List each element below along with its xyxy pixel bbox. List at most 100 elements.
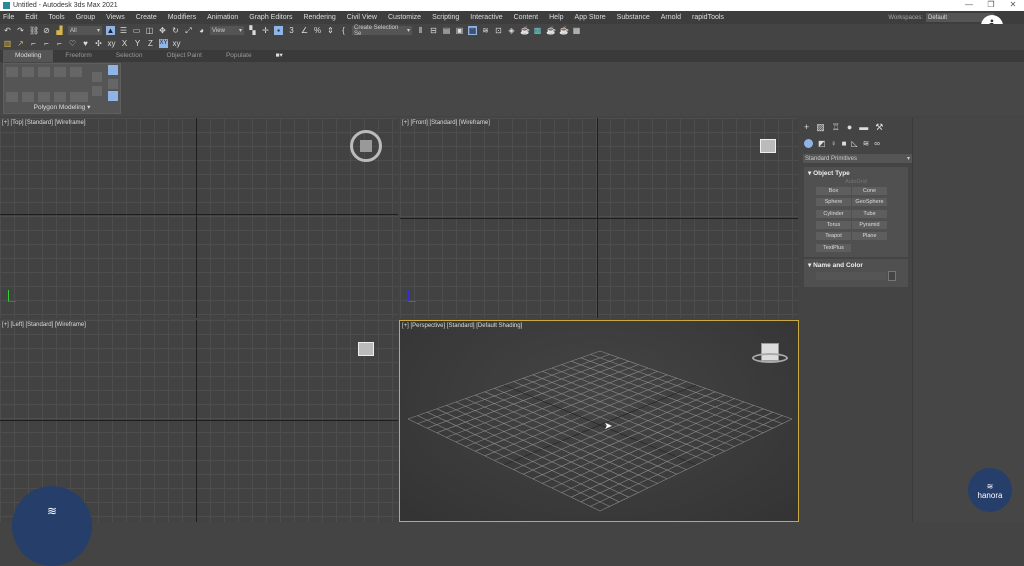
- window-crossing-icon[interactable]: ◫: [145, 26, 154, 35]
- ribbon-button[interactable]: [6, 92, 18, 102]
- scale-icon[interactable]: ⤢: [184, 26, 193, 35]
- undo-icon[interactable]: ↶: [3, 26, 12, 35]
- spinner-snap-icon[interactable]: ⇕: [326, 26, 335, 35]
- snap-toggle-icon[interactable]: 3: [287, 26, 296, 35]
- autogrid-checkbox[interactable]: AutoGrid: [804, 179, 908, 185]
- ribbon-button[interactable]: [22, 67, 34, 77]
- menu-civil-view[interactable]: Civil View: [347, 14, 377, 21]
- menu-app-store[interactable]: App Store: [575, 14, 606, 21]
- viewport-perspective[interactable]: [+] [Perspective] [Standard] [Default Sh…: [399, 320, 799, 522]
- create-cone-button[interactable]: Cone: [852, 187, 887, 195]
- axis-x-button[interactable]: X: [120, 39, 129, 48]
- viewcube-icon[interactable]: [358, 342, 374, 356]
- transform-icon[interactable]: ✣: [94, 39, 103, 48]
- systems-icon[interactable]: ∞: [874, 139, 880, 148]
- menu-modifiers[interactable]: Modifiers: [168, 14, 196, 21]
- menu-create[interactable]: Create: [136, 14, 157, 21]
- create-tube-button[interactable]: Tube: [852, 209, 887, 218]
- brush-icon[interactable]: ♥: [81, 39, 90, 48]
- render-production-icon[interactable]: ☕: [559, 26, 569, 35]
- select-by-name-icon[interactable]: ☰: [119, 26, 128, 35]
- create-tab-icon[interactable]: +: [804, 122, 809, 133]
- ribbon-button[interactable]: [108, 65, 118, 75]
- close-button[interactable]: ✕: [1002, 0, 1024, 9]
- menu-views[interactable]: Views: [106, 14, 125, 21]
- geometry-icon[interactable]: [804, 139, 813, 148]
- heart-icon[interactable]: ♡: [68, 39, 77, 48]
- menu-scripting[interactable]: Scripting: [432, 14, 459, 21]
- ribbon-button[interactable]: [22, 92, 34, 102]
- ribbon-button[interactable]: [108, 91, 118, 101]
- toolbar-icon[interactable]: ▥: [3, 39, 12, 48]
- hierarchy-tab-icon[interactable]: ♖: [832, 122, 840, 133]
- edit-named-sets-icon[interactable]: {: [339, 26, 348, 35]
- restore-button[interactable]: ❐: [980, 0, 1002, 9]
- create-cylinder-button[interactable]: Cylinder: [816, 209, 851, 218]
- ribbon-button[interactable]: [54, 67, 66, 77]
- tab-selection[interactable]: Selection: [104, 50, 155, 62]
- pivot-icon[interactable]: ▚: [248, 26, 257, 35]
- percent-snap-icon[interactable]: %: [313, 26, 322, 35]
- viewport-label-top[interactable]: [+] [Top] [Standard] [Wireframe]: [2, 120, 86, 126]
- ribbon-button[interactable]: [54, 92, 66, 102]
- viewport-label-left[interactable]: [+] [Left] [Standard] [Wireframe]: [2, 322, 86, 328]
- cameras-icon[interactable]: ■: [842, 139, 847, 148]
- display-tab-icon[interactable]: ▬: [859, 122, 868, 133]
- category-dropdown[interactable]: Standard Primitives ▾: [803, 154, 912, 163]
- ribbon-button[interactable]: [38, 92, 50, 102]
- minimize-button[interactable]: —: [958, 0, 980, 9]
- menu-arnold[interactable]: Arnold: [661, 14, 681, 21]
- constraint-icon[interactable]: ↗: [16, 39, 25, 48]
- schematic-view-icon[interactable]: ⊡: [494, 26, 503, 35]
- selection-filter-dropdown[interactable]: All ▾: [68, 26, 102, 35]
- menu-rapidtools[interactable]: rapidTools: [692, 14, 724, 21]
- constraint-icon[interactable]: ⌐: [29, 39, 38, 48]
- rendered-frame-icon[interactable]: ▩: [533, 26, 542, 35]
- manipulate-icon[interactable]: ✛: [261, 26, 270, 35]
- render-setup-icon[interactable]: ☕: [520, 26, 530, 35]
- menu-animation[interactable]: Animation: [207, 14, 238, 21]
- menu-group[interactable]: Group: [76, 14, 95, 21]
- axis-xy-button[interactable]: XY: [159, 39, 168, 48]
- shapes-icon[interactable]: ◩: [818, 139, 826, 148]
- viewport-top[interactable]: [+] [Top] [Standard] [Wireframe]: [0, 118, 398, 318]
- ribbon-button[interactable]: [70, 92, 88, 102]
- helpers-icon[interactable]: ◺: [851, 139, 857, 148]
- tab-freeform[interactable]: Freeform: [53, 50, 103, 62]
- polygon-modeling-label[interactable]: Polygon Modeling ▾: [4, 103, 120, 111]
- tab-object-paint[interactable]: Object Paint: [155, 50, 214, 62]
- create-torus-button[interactable]: Torus: [816, 220, 851, 229]
- menu-customize[interactable]: Customize: [388, 14, 421, 21]
- xy-plane-icon[interactable]: xy: [107, 39, 116, 48]
- viewport-label-front[interactable]: [+] [Front] [Standard] [Wireframe]: [402, 120, 490, 126]
- constraint-icon[interactable]: ⌐: [42, 39, 51, 48]
- reference-coordinate-dropdown[interactable]: View ▾: [210, 26, 244, 35]
- menu-file[interactable]: File: [3, 14, 14, 21]
- lights-icon[interactable]: ♀: [831, 139, 837, 148]
- render-icon[interactable]: ☕: [546, 26, 556, 35]
- angle-snap-icon[interactable]: ∠: [300, 26, 309, 35]
- rotate-icon[interactable]: ↻: [171, 26, 180, 35]
- axis-y-button[interactable]: Y: [133, 39, 142, 48]
- ribbon-button[interactable]: [38, 67, 50, 77]
- menu-interactive[interactable]: Interactive: [470, 14, 502, 21]
- material-editor-icon[interactable]: ◈: [507, 26, 516, 35]
- create-textplus-button[interactable]: TextPlus: [816, 243, 851, 252]
- keyboard-shortcut-icon[interactable]: ▪: [274, 26, 283, 35]
- create-pyramid-button[interactable]: Pyramid: [852, 220, 887, 229]
- named-selection-set-dropdown[interactable]: Create Selection Se ▾: [352, 25, 412, 37]
- motion-tab-icon[interactable]: ●: [847, 122, 852, 133]
- axis-z-button[interactable]: Z: [146, 39, 155, 48]
- bind-space-warp-icon[interactable]: ▟: [55, 26, 64, 35]
- menu-content[interactable]: Content: [514, 14, 539, 21]
- create-plane-button[interactable]: Plane: [852, 232, 887, 241]
- move-icon[interactable]: ✥: [158, 26, 167, 35]
- constraint-icon[interactable]: ⌐: [55, 39, 64, 48]
- create-sphere-button[interactable]: Sphere: [816, 198, 851, 207]
- menu-tools[interactable]: Tools: [48, 14, 64, 21]
- name-and-color-header[interactable]: ▾ Name and Color: [804, 259, 908, 271]
- curve-editor-icon[interactable]: ≋: [481, 26, 490, 35]
- viewcube-icon[interactable]: [752, 343, 788, 369]
- ribbon-options-icon[interactable]: ■▾: [264, 50, 295, 62]
- object-name-input[interactable]: [816, 272, 886, 280]
